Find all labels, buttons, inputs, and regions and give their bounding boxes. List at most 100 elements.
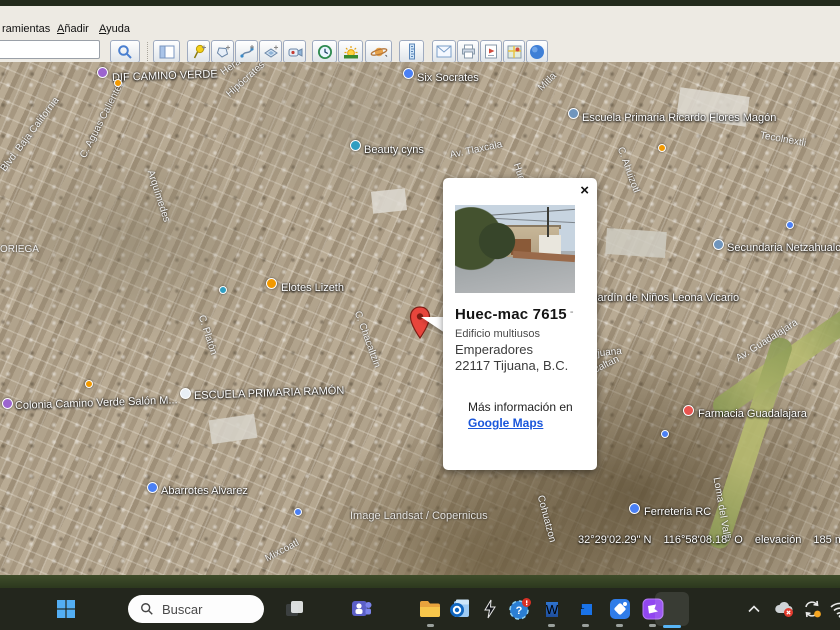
poi-dot-icon[interactable] [786,221,794,229]
poi-label[interactable]: Elotes Lizeth [281,282,344,294]
google-earth-button[interactable] [660,597,684,621]
globe-button[interactable] [526,40,548,63]
save-image-button[interactable] [480,40,502,63]
running-indicator [649,624,656,627]
poi-dot-icon[interactable] [661,430,669,438]
historical-imagery-button[interactable] [312,40,337,63]
poi-label[interactable]: Farmacia Guadalajara [698,408,807,420]
add-placemark-button[interactable] [187,40,210,63]
sync-tray-button[interactable] [800,597,824,621]
photo-tree [477,219,517,263]
tray-chevron-button[interactable] [742,597,766,621]
quick-assist-button[interactable]: ? [508,597,532,621]
street-label: Blvd. Baja California [0,95,62,174]
poi-dot-icon[interactable] [114,79,122,87]
add-path-button[interactable] [235,40,258,63]
task-view-icon [284,599,304,619]
poi-label[interactable]: Six Socrates [417,72,479,84]
copilot-button[interactable] [316,597,340,621]
edge-button[interactable] [384,597,408,621]
email-button[interactable] [432,40,456,63]
poi-label[interactable]: Beauty cyns [364,144,424,156]
envelope-icon [436,45,452,58]
poi-icon-secundaria[interactable] [713,239,724,250]
poi-label[interactable]: Ferretería RC [644,506,711,518]
status-elevation-label: elevación [755,534,801,546]
street-label: Tecolnextli [759,130,807,149]
photo-utility-pole [547,207,549,237]
search-highlight-image[interactable] [234,598,260,620]
switch-planet-button[interactable] [365,40,392,63]
poi-label[interactable]: Secundaria Netzahualc [727,242,840,254]
poi-icon-dif[interactable] [97,67,108,78]
street-label: Av. Tlaxcala [449,139,503,161]
poi-icon-farmacia[interactable] [683,405,694,416]
poi-dot-icon[interactable] [294,508,302,516]
menu-herramientas[interactable]: ramientas [2,23,50,35]
poi-icon-ferreteria[interactable] [629,503,640,514]
wifi-icon [829,600,840,618]
search-icon [117,44,133,60]
sunlight-button[interactable] [338,40,363,63]
lightning-app-button[interactable] [478,597,502,621]
close-icon[interactable]: × [580,184,589,198]
poi-icon-elotes[interactable] [266,278,277,289]
imagery-attribution: Image Landsat / Copernicus [350,510,488,522]
path-icon [239,44,255,60]
poi-icon-six-socrates[interactable] [403,68,414,79]
poi-icon-escuela-rfm[interactable] [568,108,579,119]
poi-label[interactable]: Jardín de Niños Leona Vicario [592,292,739,304]
search-button[interactable] [110,40,140,63]
poi-label[interactable]: Colonia Camino Verde Salón M... [15,394,178,412]
poi-icon-escuela-ramon[interactable] [180,388,191,399]
sun-icon [343,44,359,60]
polygon-icon [215,44,231,60]
poi-label[interactable]: Abarrotes Alvarez [161,485,248,497]
status-elevation-value: 185 m [813,534,840,546]
record-tour-button[interactable] [283,40,306,63]
balloon-line-type: Edificio multiusos [455,328,540,340]
poi-label[interactable]: DIF CAMINO VERDE [112,68,218,84]
streetview-photo [455,205,575,293]
sidebar-toggle-button[interactable] [153,40,180,63]
photos-button[interactable] [608,597,632,621]
active-app-indicator [663,625,681,628]
balloon-title-suffix: - [570,306,574,318]
add-polygon-button[interactable] [211,40,234,63]
outlook-button[interactable] [448,597,472,621]
start-button[interactable] [54,597,78,621]
ruler-button[interactable] [399,40,424,63]
poi-icon-beauty[interactable] [350,140,361,151]
wifi-tray-button[interactable] [828,597,840,621]
clock-icon [317,44,333,60]
photos-icon [609,598,631,620]
poi-dot-icon[interactable] [85,380,93,388]
view-in-google-maps-button[interactable] [503,40,525,63]
chrome-button[interactable]: L [574,597,598,621]
search-input[interactable] [0,40,100,59]
menu-anadir[interactable]: Añadir [57,23,89,35]
poi-label[interactable]: ESCUELA PRIMARIA RAMÓN [194,385,345,402]
poi-dot-icon[interactable] [658,144,666,152]
poi-dot-icon[interactable] [219,286,227,294]
teams-icon [351,598,373,620]
taskbar-search[interactable]: Buscar [128,595,264,623]
sync-icon [802,599,822,619]
teams-button[interactable] [350,597,374,621]
street-label: Cohuatzon [535,494,558,544]
map-viewport[interactable]: Blvd. Baja California C. Aguas Calientes… [0,62,840,588]
record-tour-icon [287,44,303,60]
running-indicator [548,624,555,627]
print-button[interactable] [457,40,479,63]
balloon-more-info-text: Más información en [468,400,573,414]
add-image-overlay-button[interactable] [259,40,282,63]
file-explorer-button[interactable] [418,597,442,621]
google-maps-link[interactable]: Google Maps [468,416,543,430]
poi-icon-colonia[interactable] [2,398,13,409]
menu-ayuda[interactable]: Ayuda [99,23,130,35]
onedrive-tray-button[interactable] [772,597,796,621]
poi-label[interactable]: Escuela Primaria Ricardo Flores Magón [582,112,776,124]
poi-icon-abarrotes[interactable] [147,482,158,493]
word-button[interactable]: W [540,597,564,621]
task-view-button[interactable] [282,597,306,621]
